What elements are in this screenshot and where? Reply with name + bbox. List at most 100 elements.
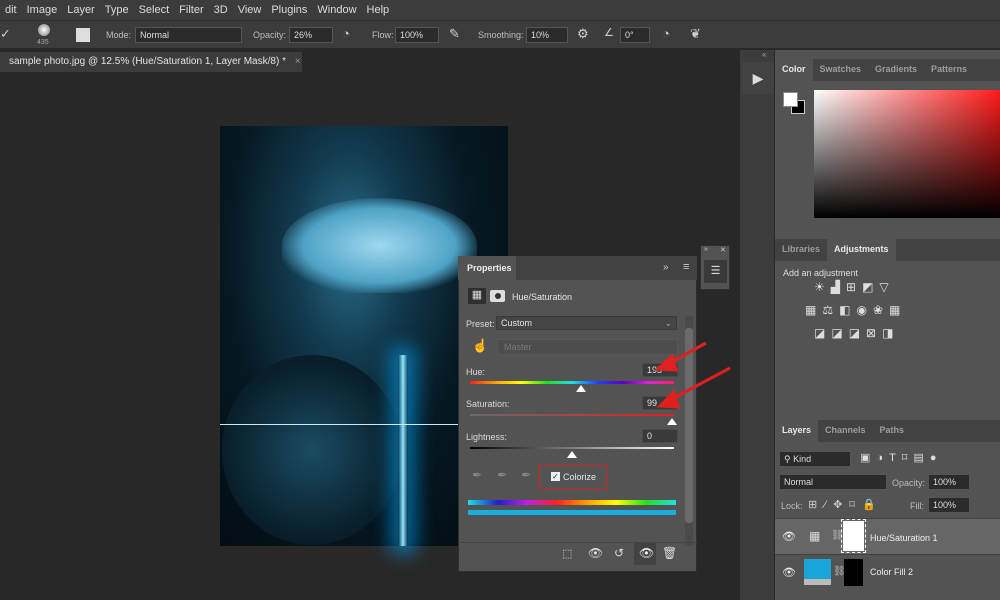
smoothing-input[interactable]: 10% <box>526 27 568 43</box>
layer-mask-thumbnail[interactable] <box>841 519 866 553</box>
close-icon[interactable]: ✕ <box>720 246 726 254</box>
color-balance-icon[interactable]: ⚖ <box>822 303 839 317</box>
brush-settings-icon[interactable] <box>76 28 90 42</box>
menu-edit[interactable]: dit <box>5 4 17 16</box>
brightness-icon[interactable]: ☀ <box>814 280 831 294</box>
mask-icon[interactable] <box>490 290 505 302</box>
visibility-eye-icon[interactable]: 👁 <box>782 566 796 579</box>
color-lookup-icon[interactable]: ▦ <box>889 303 906 317</box>
shape-filter-icon[interactable]: ⌑ <box>902 452 914 464</box>
color-fill-thumbnail[interactable] <box>804 559 831 585</box>
photo-filter-icon[interactable]: ◉ <box>856 303 872 317</box>
channel-mixer-icon[interactable]: ❀ <box>873 303 889 317</box>
trash-icon[interactable]: 🗑 <box>662 546 677 560</box>
levels-icon[interactable]: ▟ <box>831 280 846 294</box>
menu-select[interactable]: Select <box>139 4 170 16</box>
airbrush-icon[interactable]: ✎ <box>449 26 460 42</box>
saturation-slider[interactable] <box>470 414 674 416</box>
menu-window[interactable]: Window <box>317 4 356 16</box>
expand-icon[interactable]: » <box>704 246 708 253</box>
fill-input[interactable]: 100% <box>928 497 970 513</box>
hue-slider[interactable] <box>470 381 674 384</box>
tab-channels[interactable]: Channels <box>818 420 873 442</box>
adjustment-type-icon[interactable]: ▦ <box>468 288 486 304</box>
flow-input[interactable]: 100% <box>395 27 439 43</box>
pressure-size-icon[interactable]: ◔ <box>662 26 670 41</box>
symmetry-icon[interactable]: ❦ <box>690 26 701 42</box>
smart-object-filter-icon[interactable]: ▤ <box>913 452 929 464</box>
lock-position-icon[interactable]: ✥ <box>833 499 849 511</box>
pressure-opacity-icon[interactable]: ◔ <box>342 26 350 41</box>
tab-color[interactable]: Color <box>775 59 813 81</box>
layer-filter-icons[interactable]: ▣◑T⌑▤● <box>860 451 943 464</box>
adjustment-icons-row-2[interactable]: ▦⚖◧◉❀▦ <box>805 303 906 317</box>
hue-slider-thumb[interactable] <box>575 385 586 392</box>
lock-artboard-icon[interactable]: ⌑ <box>849 499 862 511</box>
adjustment-icons-row-3[interactable]: ◪◪◪⊠◨ <box>814 326 899 340</box>
layer-filter-select[interactable]: ⚲ Kind <box>779 451 851 467</box>
lock-transparency-icon[interactable]: ⊞ <box>808 499 824 511</box>
tab-layers[interactable]: Layers <box>775 420 819 442</box>
menu-type[interactable]: Type <box>105 4 129 16</box>
tab-gradients[interactable]: Gradients <box>868 59 924 81</box>
eyedropper-minus-icon[interactable]: ✒ <box>521 468 531 482</box>
foreground-color-swatch[interactable] <box>783 92 798 107</box>
menu-image[interactable]: Image <box>27 4 58 16</box>
posterize-icon[interactable]: ◪ <box>831 326 848 340</box>
menu-plugins[interactable]: Plugins <box>271 4 307 16</box>
tab-libraries[interactable]: Libraries <box>775 239 827 261</box>
lightness-slider[interactable] <box>470 447 674 449</box>
properties-panel-icon[interactable]: ☰ <box>704 260 727 283</box>
layer-row-color-fill[interactable]: 👁 ⛓ Color Fill 2 <box>775 554 1000 590</box>
threshold-icon[interactable]: ◪ <box>849 326 866 340</box>
opacity-input[interactable]: 26% <box>289 27 333 43</box>
menu-3d[interactable]: 3D <box>214 4 228 16</box>
type-filter-icon[interactable]: T <box>889 452 902 464</box>
link-icon[interactable]: ⛓ <box>831 530 844 541</box>
panel-menu-icon[interactable]: ≡ <box>683 261 689 273</box>
curves-icon[interactable]: ⊞ <box>846 280 862 294</box>
menu-view[interactable]: View <box>238 4 262 16</box>
menu-help[interactable]: Help <box>367 4 390 16</box>
tab-patterns[interactable]: Patterns <box>924 59 974 81</box>
hue-saturation-icon[interactable]: ▦ <box>805 303 822 317</box>
layer-name[interactable]: Hue/Saturation 1 <box>870 533 938 543</box>
preset-select[interactable]: Custom ⌄ <box>496 316 677 330</box>
brush-preview-icon[interactable] <box>38 24 50 36</box>
close-icon[interactable]: × <box>295 56 301 67</box>
menu-layer[interactable]: Layer <box>67 4 95 16</box>
clip-to-layer-icon[interactable]: ⬚ <box>562 547 572 560</box>
exposure-icon[interactable]: ◩ <box>862 280 879 294</box>
layer-row-hue-saturation[interactable]: 👁 ▦ ⛓ Hue/Saturation 1 <box>775 518 1000 554</box>
eyedropper-plus-icon[interactable]: ✒ <box>497 468 507 482</box>
selective-color-icon[interactable]: ⊠ <box>866 326 882 340</box>
saturation-slider-thumb[interactable] <box>666 418 677 425</box>
adjustment-icons-row-1[interactable]: ☀▟⊞◩▽ <box>814 280 895 294</box>
lock-pixels-icon[interactable]: ∕ <box>824 499 833 511</box>
reset-icon[interactable]: ↺ <box>614 546 624 560</box>
gradient-map-icon[interactable]: ◨ <box>882 326 899 340</box>
colorize-label[interactable]: Colorize <box>563 472 596 482</box>
toggle-visibility-button[interactable]: 👁 <box>634 543 656 565</box>
saturation-input[interactable]: 99 <box>642 396 678 410</box>
tab-swatches[interactable]: Swatches <box>813 59 869 81</box>
adjustment-filter-icon[interactable]: ◑ <box>876 452 889 464</box>
invert-icon[interactable]: ◪ <box>814 326 831 340</box>
black-white-icon[interactable]: ◧ <box>839 303 856 317</box>
mode-select[interactable]: Normal <box>135 27 242 43</box>
scrollbar-thumb[interactable] <box>685 328 693 523</box>
tab-adjustments[interactable]: Adjustments <box>827 239 896 261</box>
eyedropper-icon[interactable]: ✒ <box>472 468 482 482</box>
hue-input[interactable]: 195 <box>642 363 678 377</box>
filter-toggle-icon[interactable]: ● <box>930 452 943 464</box>
document-tab[interactable]: sample photo.jpg @ 12.5% (Hue/Saturation… <box>0 52 302 72</box>
layer-name[interactable]: Color Fill 2 <box>870 567 913 577</box>
targeted-adjustment-hand-icon[interactable]: ☝ <box>472 338 488 354</box>
properties-scrollbar[interactable] <box>685 316 693 546</box>
play-actions-icon[interactable]: ▶ <box>742 62 774 94</box>
vibrance-icon[interactable]: ▽ <box>879 280 894 294</box>
pixel-filter-icon[interactable]: ▣ <box>860 452 876 464</box>
lock-all-icon[interactable]: 🔒 <box>862 499 883 511</box>
color-picker-field[interactable] <box>814 90 1000 218</box>
tab-paths[interactable]: Paths <box>873 420 912 442</box>
